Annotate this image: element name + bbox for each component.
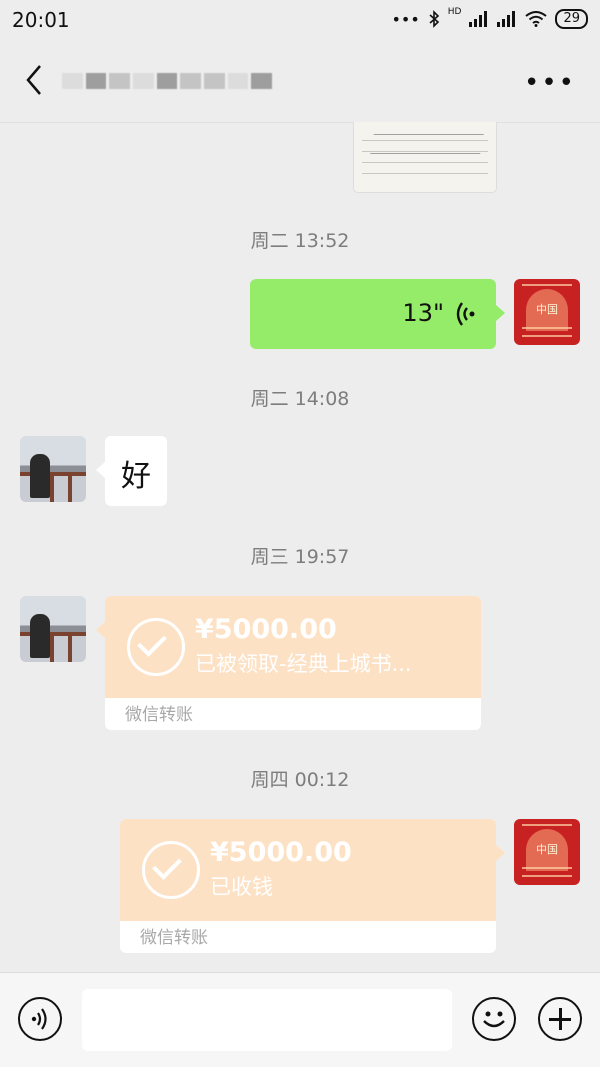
contact-avatar[interactable] xyxy=(20,596,86,662)
transfer-label: 微信转账 xyxy=(125,705,193,725)
back-arrow-icon[interactable] xyxy=(18,60,58,100)
my-avatar[interactable]: 中国 xyxy=(514,819,580,885)
input-bar xyxy=(0,972,600,1067)
text-message-bubble[interactable]: 好 xyxy=(96,436,167,506)
more-options-icon[interactable]: ••• xyxy=(524,68,576,98)
transfer-amount: ¥5000.00 xyxy=(210,837,352,868)
wechat-transfer-card[interactable]: ¥5000.00 已被领取-经典上城书... 微信转账 xyxy=(105,596,481,730)
message-input[interactable] xyxy=(82,989,452,1051)
chat-message-list[interactable]: 周二 13:52 13" 中国 周二 14:08 好 周三 19:57 ¥500… xyxy=(0,122,600,972)
handwritten-note-image[interactable] xyxy=(354,122,496,192)
wifi-icon xyxy=(525,11,548,27)
status-icons: ••• HD 29 xyxy=(391,7,588,29)
voice-message-bubble[interactable]: 13" xyxy=(250,279,505,349)
timestamp: 周三 19:57 xyxy=(250,546,350,568)
timestamp: 周四 00:12 xyxy=(250,769,350,791)
chat-title-pixelated xyxy=(62,58,273,104)
transfer-status: 已收钱 xyxy=(210,875,273,899)
my-avatar[interactable]: 中国 xyxy=(514,279,580,345)
bluetooth-icon xyxy=(429,10,439,28)
check-circle-icon xyxy=(127,618,185,676)
transfer-label: 微信转账 xyxy=(140,928,208,948)
transfer-status: 已被领取-经典上城书... xyxy=(195,652,412,676)
emoji-icon xyxy=(483,1011,505,1028)
transfer-amount: ¥5000.00 xyxy=(195,614,337,645)
voice-input-icon xyxy=(31,1008,47,1030)
chat-header: ••• xyxy=(0,40,600,123)
status-time: 20:01 xyxy=(12,8,70,32)
message-text: 好 xyxy=(121,459,151,494)
avatar-badge-text: 中国 xyxy=(536,843,558,856)
voice-wave-icon xyxy=(456,302,475,326)
dots-icon: ••• xyxy=(391,9,420,29)
battery-indicator: 29 xyxy=(555,9,588,29)
signal-icon-2 xyxy=(497,11,516,27)
add-more-button[interactable] xyxy=(538,997,582,1041)
signal-icon xyxy=(469,11,488,27)
voice-duration: 13" xyxy=(402,299,444,327)
avatar-badge-text: 中国 xyxy=(536,303,558,316)
wechat-transfer-card[interactable]: ¥5000.00 已收钱 微信转账 xyxy=(120,819,496,953)
timestamp: 周二 14:08 xyxy=(250,388,350,410)
hd-label: HD xyxy=(447,7,462,17)
contact-avatar[interactable] xyxy=(20,436,86,502)
voice-input-button[interactable] xyxy=(18,997,62,1041)
check-circle-icon xyxy=(142,841,200,899)
emoji-button[interactable] xyxy=(472,997,516,1041)
timestamp: 周二 13:52 xyxy=(250,230,350,252)
status-bar: 20:01 ••• HD 29 xyxy=(0,0,600,40)
